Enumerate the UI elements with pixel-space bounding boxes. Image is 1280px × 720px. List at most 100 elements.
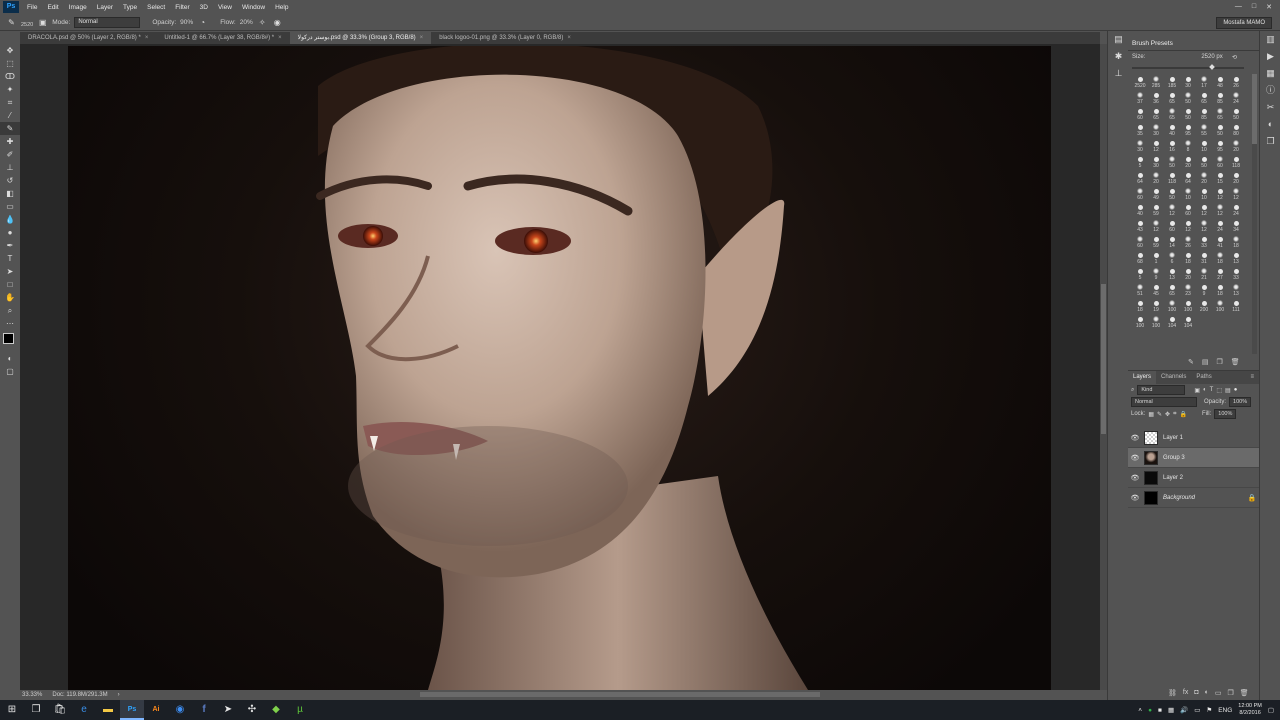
brush-preset[interactable]: 20 (1148, 170, 1164, 185)
brush-preset[interactable]: 49 (1148, 186, 1164, 201)
layer-filter-select[interactable]: Kind (1137, 385, 1186, 395)
brush-preset[interactable]: 40 (1132, 202, 1148, 217)
zoom-level[interactable]: 33.33% (22, 692, 42, 698)
layer-name[interactable]: Layer 2 (1163, 475, 1259, 481)
toggle-brush-panel-icon[interactable]: ✎ (1188, 358, 1194, 366)
brush-preset[interactable]: 104 (1164, 314, 1180, 329)
brush-preset[interactable]: 100 (1164, 298, 1180, 313)
brush-preset[interactable]: 60 (1132, 186, 1148, 201)
volume-icon[interactable]: 🔊 (1180, 706, 1188, 714)
menu-type[interactable]: Type (119, 4, 143, 11)
brush-preset[interactable]: 118 (1164, 170, 1180, 185)
lock-all-icon[interactable]: 🔒 (1179, 411, 1186, 418)
brush-settings-icon[interactable]: ✱ (1108, 48, 1129, 65)
brush-preset[interactable]: 23 (1180, 282, 1196, 297)
brush-preset[interactable]: 12 (1148, 138, 1164, 153)
layer-style-icon[interactable]: fx (1183, 689, 1188, 697)
brush-preset[interactable]: 18 (1180, 250, 1196, 265)
filter-toggle-icon[interactable]: ● (1234, 387, 1238, 393)
brush-preset[interactable]: 12 (1148, 218, 1164, 233)
brush-preset[interactable]: 43 (1132, 218, 1148, 233)
move-tool-icon[interactable]: ✥ (0, 44, 20, 57)
brush-presets-tab[interactable]: Brush Presets (1128, 38, 1259, 51)
tab-paths[interactable]: Paths (1191, 371, 1216, 384)
edge-browser-icon[interactable]: e (72, 700, 96, 720)
task-view-icon[interactable]: ❐ (24, 700, 48, 720)
brush-preset[interactable]: 1 (1148, 250, 1164, 265)
crop-tool-icon[interactable]: ⌗ (0, 96, 20, 109)
brush-preset[interactable]: 20 (1228, 170, 1244, 185)
brush-preset[interactable]: 17 (1196, 74, 1212, 89)
brush-preset[interactable]: 59 (1148, 234, 1164, 249)
menu-view[interactable]: View (214, 4, 238, 11)
send-app-icon[interactable]: ➤ (216, 700, 240, 720)
pen-tool-icon[interactable]: ✒ (0, 239, 20, 252)
brush-tool-icon[interactable]: ✎ (6, 17, 17, 28)
brush-preset[interactable]: 50 (1164, 186, 1180, 201)
brush-preset[interactable]: 21 (1196, 266, 1212, 281)
panel-menu-icon[interactable]: ≡ (1245, 371, 1259, 384)
visibility-eye-icon[interactable]: 👁 (1128, 434, 1142, 442)
brush-preset[interactable]: 100 (1148, 314, 1164, 329)
app-blue-icon[interactable]: ◉ (168, 700, 192, 720)
clone-source-icon[interactable]: ⊥ (1108, 65, 1129, 82)
lock-transparent-icon[interactable]: ▦ (1148, 411, 1154, 418)
brush-preset[interactable]: 10 (1180, 186, 1196, 201)
store-icon[interactable]: 🛍 (48, 700, 72, 720)
adjustments-icon[interactable]: ◐ (1260, 116, 1280, 133)
opacity-input[interactable]: 100% (1229, 397, 1252, 407)
mode-select[interactable]: Normal (74, 16, 141, 28)
menu-layer[interactable]: Layer (93, 4, 119, 11)
tray-app-2-icon[interactable]: ■ (1158, 707, 1162, 714)
layer-row-layer-1[interactable]: 👁 Layer 1 (1128, 428, 1259, 448)
foreground-color-swatch[interactable] (3, 333, 14, 344)
brush-preset[interactable]: 95 (1212, 138, 1228, 153)
brush-preset[interactable]: 51 (1132, 282, 1148, 297)
brush-preset[interactable]: 5 (1132, 266, 1148, 281)
brush-preset[interactable]: 8 (1180, 138, 1196, 153)
brush-preset[interactable]: 2520 (1132, 74, 1148, 89)
flag-icon[interactable]: ⚑ (1206, 706, 1212, 714)
fill-input[interactable]: 100% (1214, 409, 1237, 419)
add-mask-icon[interactable]: ◘ (1194, 689, 1198, 697)
brush-preset[interactable]: 26 (1180, 234, 1196, 249)
brush-preset[interactable]: 50 (1196, 154, 1212, 169)
brush-preset[interactable]: 12 (1164, 202, 1180, 217)
layer-name[interactable]: Layer 1 (1163, 435, 1259, 441)
brush-preset[interactable]: 18 (1132, 298, 1148, 313)
brush-preset[interactable]: 20 (1228, 138, 1244, 153)
brush-preset[interactable]: 24 (1228, 202, 1244, 217)
start-windows-icon[interactable]: ⊞ (0, 700, 24, 720)
link-layers-icon[interactable]: ⛓ (1168, 689, 1177, 697)
brush-preset[interactable]: 100 (1212, 298, 1228, 313)
brush-preset[interactable]: 30 (1148, 122, 1164, 137)
notifications-icon[interactable]: ▢ (1268, 706, 1274, 714)
brush-preset[interactable]: 33 (1228, 266, 1244, 281)
edit-toolbar-icon[interactable]: ⋯ (0, 317, 20, 330)
brush-size-slider[interactable] (1132, 64, 1244, 70)
brush-preset[interactable]: 34 (1228, 218, 1244, 233)
brush-preset[interactable]: 65 (1212, 106, 1228, 121)
blend-mode-select[interactable]: Normal (1131, 397, 1197, 407)
adjustment-layer-icon[interactable]: ◐ (1205, 689, 1209, 697)
brush-preset[interactable]: 50 (1212, 122, 1228, 137)
brush-preset[interactable]: 20 (1196, 170, 1212, 185)
new-brush-icon[interactable]: ❐ (1217, 358, 1223, 366)
actions-play-icon[interactable]: ▶ (1260, 48, 1280, 65)
brush-preset[interactable]: 111 (1228, 298, 1244, 313)
tab-poster-dracula[interactable]: بوستر دركولا.psd @ 33.3% (Group 3, RGB/8… (289, 32, 432, 44)
screen-mode-icon[interactable]: ▢ (0, 365, 20, 378)
show-hidden-icons-icon[interactable]: ˄ (1138, 707, 1142, 714)
brush-preset[interactable]: 30 (1132, 138, 1148, 153)
brush-preset[interactable]: 85 (1212, 90, 1228, 105)
tab-untitled-1[interactable]: Untitled-1 @ 66.7% (Layer 38, RGB/8#) * × (156, 32, 289, 44)
tray-app-icon[interactable]: ● (1148, 707, 1152, 714)
brush-preset[interactable]: 12 (1196, 202, 1212, 217)
brush-preset[interactable]: 185 (1164, 74, 1180, 89)
layer-name[interactable]: Background (1163, 495, 1245, 501)
brush-presets-scrollbar[interactable] (1252, 74, 1257, 354)
menu-edit[interactable]: Edit (43, 4, 64, 11)
brush-alt-tool-icon[interactable]: ✐ (0, 148, 20, 161)
brush-preset[interactable]: 12 (1196, 218, 1212, 233)
brush-tool-icon[interactable]: ✎ (0, 122, 20, 135)
